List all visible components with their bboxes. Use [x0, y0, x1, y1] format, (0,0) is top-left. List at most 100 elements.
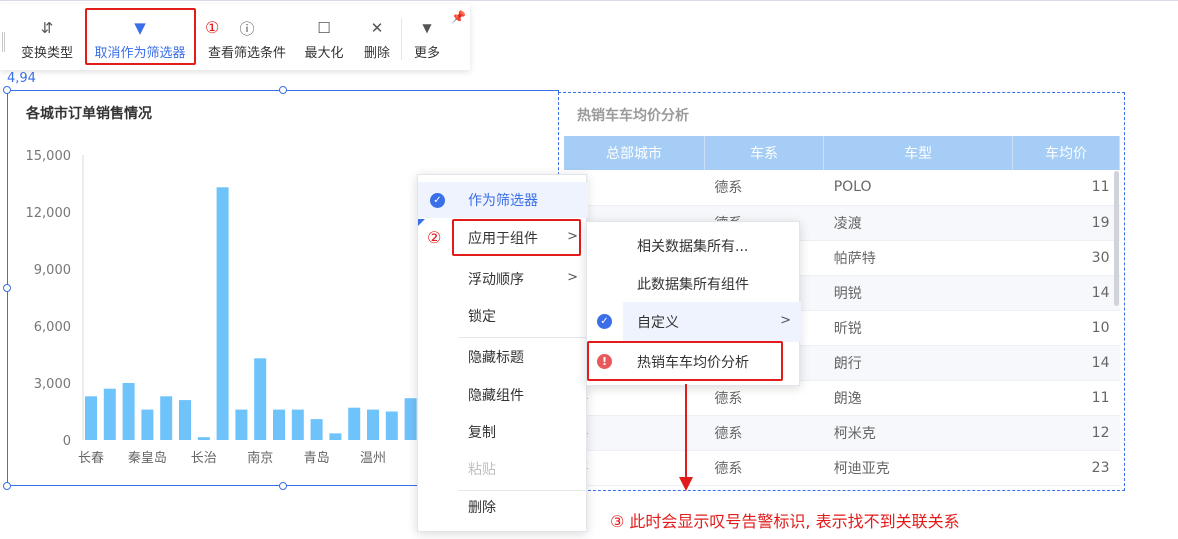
table-scrollbar[interactable]	[1114, 171, 1119, 306]
cell: 11	[1012, 380, 1120, 416]
menu-item-as-filter[interactable]: ✓ 作为筛选器	[418, 182, 588, 218]
marker-1: ①	[205, 18, 220, 37]
switch-type-label: 变换类型	[20, 46, 73, 61]
x-tick-label: 长春	[78, 451, 104, 466]
menu-item-label: 锁定	[468, 309, 496, 325]
bar[interactable]	[216, 187, 229, 440]
bar[interactable]	[85, 396, 97, 440]
view-filter-button[interactable]: ⓘ 查看筛选条件	[205, 4, 289, 70]
maximize-label: 最大化	[304, 46, 344, 61]
column-header[interactable]: 车均价	[1012, 136, 1120, 170]
bar[interactable]	[329, 433, 342, 440]
bar[interactable]	[367, 409, 379, 440]
chevron-right-icon: >	[780, 313, 791, 328]
resize-handle-top[interactable]	[279, 86, 287, 94]
pin-icon[interactable]: 📌	[451, 10, 466, 24]
menu-item-hide-component[interactable]: 隐藏组件	[418, 377, 588, 413]
cell: 朗行	[823, 345, 1013, 381]
switch-type-button[interactable]: ⇵ 变换类型	[18, 4, 76, 70]
menu-item-lock[interactable]: 锁定	[418, 298, 588, 334]
marker-2: ②	[427, 228, 442, 247]
cell: 30	[1012, 240, 1120, 276]
highlight-warning-item	[587, 341, 783, 381]
check-icon: ✓	[430, 193, 445, 208]
switch-type-icon: ⇵	[40, 19, 54, 37]
highlight-apply-to-component	[452, 219, 581, 256]
menu-item-paste: 粘贴	[418, 451, 588, 487]
cell: 23	[1012, 450, 1120, 486]
bar[interactable]	[235, 409, 248, 440]
table-header-row: 总部城市 车系 车型 车均价	[564, 136, 1120, 170]
bar[interactable]	[141, 409, 154, 440]
bar[interactable]	[160, 396, 173, 440]
more-button[interactable]: ▼ 更多	[410, 4, 444, 70]
cell: 帕萨特	[823, 240, 1013, 276]
column-header[interactable]: 总部城市	[564, 136, 705, 170]
bar[interactable]	[310, 419, 323, 440]
submenu-item-label: 自定义	[637, 315, 679, 331]
bar[interactable]	[385, 411, 398, 441]
x-tick-label: 秦皇岛	[128, 450, 167, 466]
cell: 柯迪亚克	[823, 450, 1013, 486]
maximize-button[interactable]: ☐ 最大化	[302, 4, 346, 70]
info-icon: ⓘ	[239, 19, 255, 38]
resize-handle-left[interactable]	[3, 284, 11, 292]
bar[interactable]	[254, 358, 267, 440]
y-tick-label: 15,000	[26, 149, 72, 164]
table-row: 海德系柯迪亚克23	[564, 450, 1120, 486]
menu-item-label: 删除	[468, 500, 496, 516]
cell: 朗逸	[823, 380, 1013, 416]
resize-handle-bottom[interactable]	[279, 482, 287, 490]
bar[interactable]	[348, 407, 361, 440]
bar[interactable]	[404, 398, 417, 440]
submenu-item-label: 相关数据集所有...	[637, 239, 749, 255]
menu-item-label: 隐藏组件	[468, 388, 524, 404]
menu-item-delete[interactable]: 删除	[418, 489, 588, 525]
table-title: 热销车车均价分析	[577, 108, 689, 124]
resize-handle-bl[interactable]	[3, 482, 11, 490]
cell: 19	[1012, 205, 1120, 241]
delete-button[interactable]: ✕ 删除	[360, 4, 394, 70]
bar[interactable]	[122, 383, 135, 440]
submenu-item-related-dataset[interactable]: 相关数据集所有...	[623, 226, 801, 266]
submenu-item-custom[interactable]: 自定义 >	[623, 302, 801, 342]
menu-divider	[458, 337, 588, 338]
menu-item-label: 作为筛选器	[468, 193, 538, 209]
cell: 明锐	[823, 275, 1013, 311]
delete-label: 删除	[363, 46, 390, 61]
menu-item-label: 复制	[468, 425, 496, 441]
top-border	[0, 0, 1178, 1]
menu-item-label: 浮动顺序	[468, 272, 524, 288]
column-header[interactable]: 车系	[704, 136, 825, 170]
submenu-item-dataset-all[interactable]: 此数据集所有组件	[623, 264, 801, 304]
menu-item-copy[interactable]: 复制	[418, 414, 588, 450]
bar[interactable]	[291, 409, 304, 440]
cell: 凌渡	[823, 205, 1013, 241]
annotation-text: ③ 此时会显示叹号告警标识, 表示找不到关联关系	[610, 512, 960, 531]
y-tick-label: 0	[63, 434, 71, 449]
annotation-arrow-head	[679, 477, 693, 491]
x-tick-label: 长治	[191, 451, 217, 466]
cell: 昕锐	[823, 310, 1013, 346]
menu-item-hide-title[interactable]: 隐藏标题	[418, 339, 588, 375]
menu-item-float-order[interactable]: 浮动顺序 >	[418, 261, 588, 297]
y-tick-label: 12,000	[26, 206, 72, 221]
toolbar-grip[interactable]	[2, 32, 5, 52]
bar[interactable]	[197, 437, 210, 440]
x-tick-label: 温州	[360, 451, 386, 466]
cell: 德系	[704, 415, 824, 451]
toolbar-divider	[401, 18, 402, 60]
chevron-right-icon: >	[567, 270, 578, 285]
submenu-item-label: 此数据集所有组件	[637, 277, 749, 293]
cell: 11	[1012, 170, 1120, 206]
y-tick-label: 6,000	[34, 320, 71, 335]
bar[interactable]	[179, 400, 191, 440]
y-tick-label: 9,000	[34, 263, 71, 278]
bar[interactable]	[103, 388, 116, 440]
column-header[interactable]: 车型	[823, 136, 1014, 170]
resize-handle-tl[interactable]	[3, 86, 11, 94]
coordinate-readout: 4,94	[7, 71, 36, 86]
cell: 10	[1012, 310, 1120, 346]
highlight-cancel-filter	[85, 8, 196, 65]
bar[interactable]	[273, 409, 285, 440]
